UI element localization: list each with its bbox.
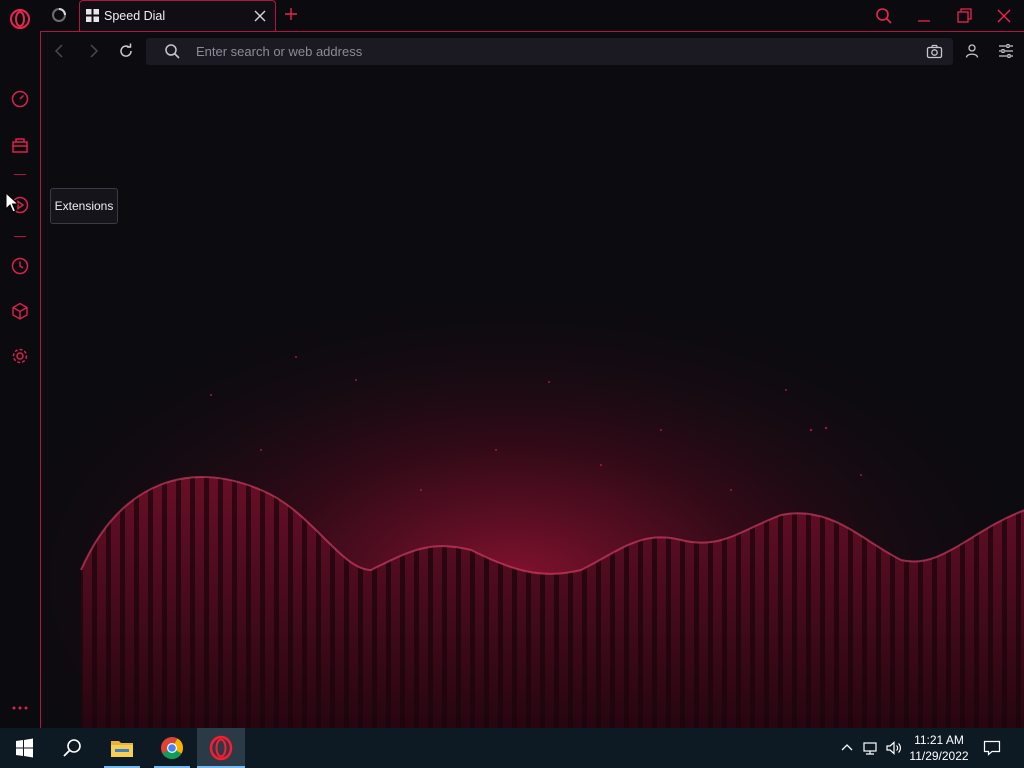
tab-loading-icon[interactable] <box>50 6 68 24</box>
chevron-up-icon[interactable] <box>838 739 856 757</box>
browser-content <box>40 31 1024 730</box>
bag-icon[interactable] <box>9 134 31 156</box>
back-icon[interactable] <box>51 42 69 60</box>
opera-taskbar-button[interactable] <box>197 728 245 768</box>
wallpaper-image <box>41 70 1024 730</box>
network-icon[interactable] <box>862 739 880 757</box>
reload-icon[interactable] <box>117 42 135 60</box>
restore-icon[interactable] <box>954 6 974 26</box>
windows-icon <box>16 738 33 758</box>
speed-dial-gauge-icon[interactable] <box>9 88 31 110</box>
address-input[interactable] <box>196 42 896 61</box>
folder-icon <box>111 741 133 757</box>
minimize-icon[interactable] <box>914 6 934 26</box>
opera-menu-icon[interactable] <box>9 8 31 30</box>
new-tab-plus-icon[interactable] <box>284 7 298 21</box>
extensions-tooltip: Extensions <box>50 188 118 224</box>
volume-icon[interactable] <box>885 739 903 757</box>
sidebar-separator <box>14 236 26 237</box>
tab-title: Speed Dial <box>104 9 166 23</box>
start-button[interactable] <box>0 728 48 768</box>
search-icon <box>63 739 81 757</box>
file-explorer-button[interactable] <box>98 728 146 768</box>
title-bar: Speed Dial <box>0 0 1024 32</box>
opera-icon <box>209 735 233 761</box>
sidebar <box>0 32 40 730</box>
search-tabs-icon[interactable] <box>874 6 894 26</box>
tab-close-icon[interactable] <box>253 9 267 23</box>
notifications-icon[interactable] <box>983 739 1001 757</box>
taskbar-search-button[interactable] <box>48 728 96 768</box>
taskbar: 11:21 AM 11/29/2022 <box>0 728 1024 768</box>
more-dots-icon[interactable] <box>9 697 31 719</box>
address-bar-row <box>41 32 1024 70</box>
clock-time: 11:21 AM <box>914 733 964 747</box>
forward-icon[interactable] <box>84 42 102 60</box>
tab-speed-dial[interactable]: Speed Dial <box>79 0 276 32</box>
speed-dial-grid-icon <box>86 9 99 22</box>
easy-setup-icon[interactable] <box>997 42 1015 60</box>
address-bar[interactable] <box>146 38 953 65</box>
chrome-button[interactable] <box>148 728 196 768</box>
history-clock-icon[interactable] <box>9 255 31 277</box>
taskbar-clock[interactable]: 11:21 AM 11/29/2022 <box>904 732 974 766</box>
search-icon <box>165 44 180 59</box>
gear-icon[interactable] <box>9 345 31 367</box>
sidebar-separator <box>14 174 26 175</box>
mouse-cursor-icon <box>5 192 19 213</box>
account-icon[interactable] <box>963 42 981 60</box>
close-window-icon[interactable] <box>994 6 1014 26</box>
chrome-icon <box>161 737 183 759</box>
camera-snapshot-icon[interactable] <box>926 43 943 60</box>
clock-date: 11/29/2022 <box>909 749 969 763</box>
cube-icon[interactable] <box>9 300 31 322</box>
